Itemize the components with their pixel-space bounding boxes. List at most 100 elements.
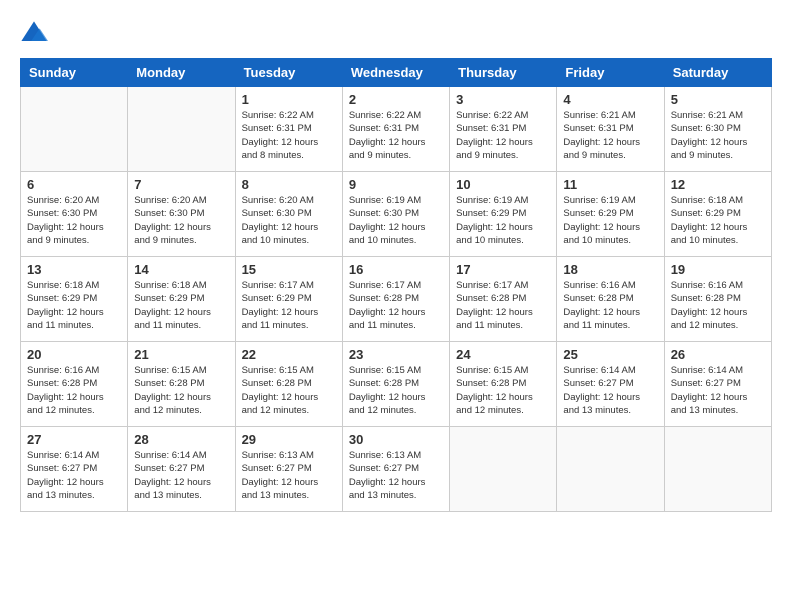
column-header-thursday: Thursday <box>450 59 557 87</box>
calendar-cell: 28 Sunrise: 6:14 AM Sunset: 6:27 PM Dayli… <box>128 427 235 512</box>
day-info: Sunrise: 6:17 AM Sunset: 6:29 PM Dayligh… <box>242 279 336 332</box>
day-number: 23 <box>349 347 443 362</box>
calendar-cell: 7 Sunrise: 6:20 AM Sunset: 6:30 PM Daylig… <box>128 172 235 257</box>
day-info: Sunrise: 6:20 AM Sunset: 6:30 PM Dayligh… <box>27 194 121 247</box>
day-number: 1 <box>242 92 336 107</box>
day-number: 14 <box>134 262 228 277</box>
calendar-cell: 19Sunrise: 6:16 AM Sunset: 6:28 PM Dayli… <box>664 257 771 342</box>
day-number: 27 <box>27 432 121 447</box>
calendar-cell: 18Sunrise: 6:16 AM Sunset: 6:28 PM Dayli… <box>557 257 664 342</box>
day-info: Sunrise: 6:16 AM Sunset: 6:28 PM Dayligh… <box>563 279 657 332</box>
day-info: Sunrise: 6:14 AM Sunset: 6:27 PM Dayligh… <box>27 449 121 502</box>
day-number: 30 <box>349 432 443 447</box>
day-number: 24 <box>456 347 550 362</box>
day-number: 21 <box>134 347 228 362</box>
day-info: Sunrise: 6:15 AM Sunset: 6:28 PM Dayligh… <box>242 364 336 417</box>
day-number: 2 <box>349 92 443 107</box>
calendar-cell: 2 Sunrise: 6:22 AM Sunset: 6:31 PM Daylig… <box>342 87 449 172</box>
calendar-cell: 13 Sunrise: 6:18 AM Sunset: 6:29 PM Dayli… <box>21 257 128 342</box>
day-info: Sunrise: 6:13 AM Sunset: 6:27 PM Dayligh… <box>242 449 336 502</box>
logo <box>20 20 52 48</box>
day-info: Sunrise: 6:13 AM Sunset: 6:27 PM Dayligh… <box>349 449 443 502</box>
week-row-4: 20 Sunrise: 6:16 AM Sunset: 6:28 PM Dayli… <box>21 342 772 427</box>
calendar-cell: 6 Sunrise: 6:20 AM Sunset: 6:30 PM Daylig… <box>21 172 128 257</box>
day-number: 29 <box>242 432 336 447</box>
calendar-cell: 1Sunrise: 6:22 AM Sunset: 6:31 PM Daylig… <box>235 87 342 172</box>
calendar-cell: 11 Sunrise: 6:19 AM Sunset: 6:29 PM Dayli… <box>557 172 664 257</box>
day-number: 20 <box>27 347 121 362</box>
calendar-cell: 5Sunrise: 6:21 AM Sunset: 6:30 PM Daylig… <box>664 87 771 172</box>
day-number: 4 <box>563 92 657 107</box>
day-info: Sunrise: 6:15 AM Sunset: 6:28 PM Dayligh… <box>134 364 228 417</box>
column-header-sunday: Sunday <box>21 59 128 87</box>
day-number: 28 <box>134 432 228 447</box>
day-info: Sunrise: 6:20 AM Sunset: 6:30 PM Dayligh… <box>134 194 228 247</box>
calendar-cell: 26 Sunrise: 6:14 AM Sunset: 6:27 PM Dayli… <box>664 342 771 427</box>
day-info: Sunrise: 6:19 AM Sunset: 6:29 PM Dayligh… <box>563 194 657 247</box>
day-info: Sunrise: 6:22 AM Sunset: 6:31 PM Dayligh… <box>349 109 443 162</box>
day-info: Sunrise: 6:17 AM Sunset: 6:28 PM Dayligh… <box>456 279 550 332</box>
logo-icon <box>20 20 48 48</box>
calendar-cell: 8 Sunrise: 6:20 AM Sunset: 6:30 PM Daylig… <box>235 172 342 257</box>
day-number: 12 <box>671 177 765 192</box>
day-info: Sunrise: 6:18 AM Sunset: 6:29 PM Dayligh… <box>134 279 228 332</box>
calendar-cell <box>450 427 557 512</box>
calendar-cell: 22 Sunrise: 6:15 AM Sunset: 6:28 PM Dayli… <box>235 342 342 427</box>
calendar-cell: 15 Sunrise: 6:17 AM Sunset: 6:29 PM Dayli… <box>235 257 342 342</box>
calendar-cell <box>21 87 128 172</box>
column-header-saturday: Saturday <box>664 59 771 87</box>
calendar-cell: 14 Sunrise: 6:18 AM Sunset: 6:29 PM Dayli… <box>128 257 235 342</box>
week-row-5: 27 Sunrise: 6:14 AM Sunset: 6:27 PM Dayli… <box>21 427 772 512</box>
day-info: Sunrise: 6:18 AM Sunset: 6:29 PM Dayligh… <box>27 279 121 332</box>
day-info: Sunrise: 6:21 AM Sunset: 6:31 PM Dayligh… <box>563 109 657 162</box>
calendar-cell: 3 Sunrise: 6:22 AM Sunset: 6:31 PM Daylig… <box>450 87 557 172</box>
day-number: 11 <box>563 177 657 192</box>
column-header-monday: Monday <box>128 59 235 87</box>
calendar-cell: 24 Sunrise: 6:15 AM Sunset: 6:28 PM Dayli… <box>450 342 557 427</box>
day-number: 22 <box>242 347 336 362</box>
week-row-2: 6 Sunrise: 6:20 AM Sunset: 6:30 PM Daylig… <box>21 172 772 257</box>
calendar-cell: 16 Sunrise: 6:17 AM Sunset: 6:28 PM Dayli… <box>342 257 449 342</box>
day-number: 17 <box>456 262 550 277</box>
day-info: Sunrise: 6:17 AM Sunset: 6:28 PM Dayligh… <box>349 279 443 332</box>
calendar-cell: 17 Sunrise: 6:17 AM Sunset: 6:28 PM Dayli… <box>450 257 557 342</box>
day-number: 15 <box>242 262 336 277</box>
day-number: 26 <box>671 347 765 362</box>
day-number: 16 <box>349 262 443 277</box>
day-number: 3 <box>456 92 550 107</box>
calendar-table: SundayMondayTuesdayWednesdayThursdayFrid… <box>20 58 772 512</box>
week-row-1: 1 Sunrise: 6:22 AM Sunset: 6:31 PM Daylig… <box>21 87 772 172</box>
calendar-cell <box>664 427 771 512</box>
calendar-cell: 10Sunrise: 6:19 AM Sunset: 6:29 PM Dayli… <box>450 172 557 257</box>
day-number: 8 <box>242 177 336 192</box>
calendar-header: SundayMondayTuesdayWednesdayThursdayFrid… <box>21 59 772 87</box>
calendar-cell: 4 Sunrise: 6:21 AM Sunset: 6:31 PM Daylig… <box>557 87 664 172</box>
calendar-cell <box>557 427 664 512</box>
column-header-tuesday: Tuesday <box>235 59 342 87</box>
calendar-cell: 27 Sunrise: 6:14 AM Sunset: 6:27 PM Dayli… <box>21 427 128 512</box>
calendar-cell: 9Sunrise: 6:19 AM Sunset: 6:30 PM Daylig… <box>342 172 449 257</box>
calendar-cell: 25Sunrise: 6:14 AM Sunset: 6:27 PM Dayli… <box>557 342 664 427</box>
day-info: Sunrise: 6:15 AM Sunset: 6:28 PM Dayligh… <box>349 364 443 417</box>
calendar-cell: 20 Sunrise: 6:16 AM Sunset: 6:28 PM Dayli… <box>21 342 128 427</box>
calendar-cell: 30 Sunrise: 6:13 AM Sunset: 6:27 PM Dayli… <box>342 427 449 512</box>
day-info: Sunrise: 6:20 AM Sunset: 6:30 PM Dayligh… <box>242 194 336 247</box>
day-number: 13 <box>27 262 121 277</box>
day-number: 10 <box>456 177 550 192</box>
day-number: 5 <box>671 92 765 107</box>
day-info: Sunrise: 6:14 AM Sunset: 6:27 PM Dayligh… <box>134 449 228 502</box>
day-number: 7 <box>134 177 228 192</box>
day-info: Sunrise: 6:14 AM Sunset: 6:27 PM Dayligh… <box>563 364 657 417</box>
day-info: Sunrise: 6:16 AM Sunset: 6:28 PM Dayligh… <box>27 364 121 417</box>
day-info: Sunrise: 6:22 AM Sunset: 6:31 PM Dayligh… <box>456 109 550 162</box>
day-number: 19 <box>671 262 765 277</box>
day-info: Sunrise: 6:18 AM Sunset: 6:29 PM Dayligh… <box>671 194 765 247</box>
calendar-body: 1 Sunrise: 6:22 AM Sunset: 6:31 PM Daylig… <box>21 87 772 512</box>
day-info: Sunrise: 6:14 AM Sunset: 6:27 PM Dayligh… <box>671 364 765 417</box>
page-header <box>20 20 772 48</box>
day-info: Sunrise: 6:19 AM Sunset: 6:30 PM Dayligh… <box>349 194 443 247</box>
week-row-3: 13 Sunrise: 6:18 AM Sunset: 6:29 PM Dayli… <box>21 257 772 342</box>
day-number: 6 <box>27 177 121 192</box>
calendar-cell: 12 Sunrise: 6:18 AM Sunset: 6:29 PM Dayli… <box>664 172 771 257</box>
day-info: Sunrise: 6:15 AM Sunset: 6:28 PM Dayligh… <box>456 364 550 417</box>
